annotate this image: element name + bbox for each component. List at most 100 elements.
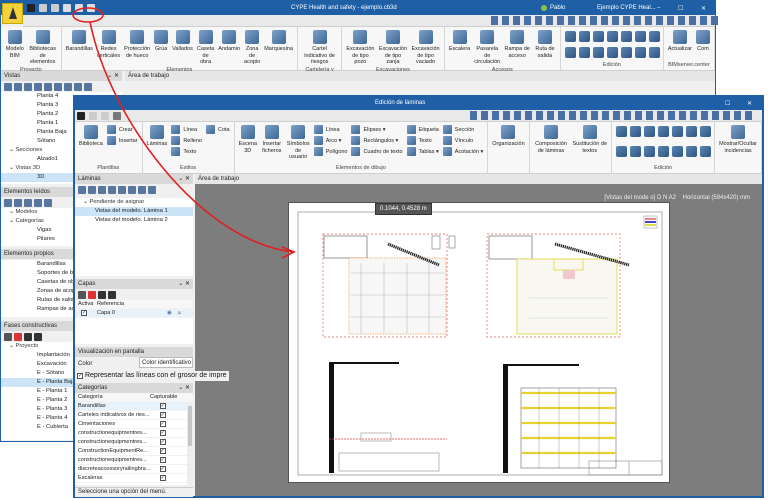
ribbon-button[interactable]: Sustitución de textos [570,124,609,164]
column-capturable[interactable]: Capturable [150,393,177,401]
ribbon-small-button[interactable]: Línea [312,124,350,135]
ribbon-button[interactable]: Barandillas [64,29,95,66]
ribbon-button[interactable]: Insertar ficheros [259,124,285,164]
move-up-icon[interactable] [98,290,106,299]
edit-tool-icon[interactable] [606,31,618,42]
ribbon-button[interactable]: Rampa de acceso [502,29,532,66]
tool-icon[interactable] [84,82,92,91]
list-item[interactable]: ⌄ Pendiente de asignar [75,198,193,207]
edit-tool-icon[interactable] [648,47,660,58]
user-icon[interactable] [541,5,547,11]
delete-icon[interactable] [14,332,22,341]
ribbon-small-button[interactable]: Cota [204,124,232,135]
panel-controls[interactable]: ⌄ ✕ [178,174,190,184]
print-icon[interactable] [128,185,136,194]
edit-tool-icon[interactable] [686,126,698,137]
edit-tool-icon[interactable] [700,146,712,157]
line-thickness-checkbox-row[interactable]: ✓ Representar las líneas con el grosor d… [77,371,229,381]
close-button[interactable]: ✕ [701,5,706,12]
edit-sheet-icon[interactable] [118,185,126,194]
delete-sheet-icon[interactable] [108,185,116,194]
ribbon-button[interactable]: Actualizar [666,29,694,61]
ribbon-small-button[interactable]: Sección [441,124,485,135]
edit-tool-icon[interactable] [630,126,642,137]
tool-icon[interactable] [24,198,32,207]
ribbon-button[interactable]: Caseta de obra [195,29,216,66]
capturable-checkbox[interactable]: ✓ [159,439,166,445]
edit-tool-icon[interactable] [578,31,590,42]
undo-icon[interactable] [89,112,97,120]
capturable-checkbox[interactable]: ✓ [159,475,166,481]
column-categoria[interactable]: Categoría [75,393,150,401]
table-row[interactable]: ✓ Capa 0 ◉ 🔒︎ [75,309,193,318]
view-tools[interactable] [491,16,721,25]
move-down-icon[interactable] [34,332,42,341]
capturable-checkbox[interactable]: ✓ [159,430,166,436]
edit-tool-icon[interactable] [592,47,604,58]
tool-icon[interactable] [44,82,52,91]
ribbon-button[interactable]: Zona de acopio [242,29,262,66]
redo-icon[interactable] [51,4,59,12]
ribbon-small-button[interactable]: Vínculo [441,135,485,146]
capturable-checkbox[interactable]: ✓ [159,448,166,454]
view-icon[interactable] [75,4,83,12]
edit-tool-icon[interactable] [700,126,712,137]
sheet-canvas[interactable]: [Vistas del mode o] D N A2 Horizontal (5… [195,184,762,496]
ribbon-button[interactable]: Pasarela de circulación [472,29,502,66]
ribbon-small-button[interactable]: Texto [405,135,441,146]
move-up-icon[interactable] [24,332,32,341]
capturable-checkbox[interactable]: ✓ [159,403,166,409]
tool-icon[interactable] [64,82,72,91]
tool-icon[interactable] [34,82,42,91]
capturable-checkbox[interactable]: ✓ [159,466,166,472]
edit-tool-icon[interactable] [686,146,698,157]
capturable-checkbox[interactable]: ✓ [159,421,166,427]
view-tools[interactable] [470,111,755,120]
edit-tool-icon[interactable] [592,31,604,42]
ribbon-small-button[interactable]: Tablas ▾ [405,146,441,157]
ribbon-button[interactable]: Grúa [152,29,170,66]
move-up-icon[interactable] [138,185,146,194]
ribbon-button[interactable]: Escalera [447,29,472,66]
column-referencia[interactable]: Referencia [97,300,124,308]
line-thickness-checkbox[interactable]: ✓ [77,373,83,379]
edit-tool-icon[interactable] [644,126,656,137]
ribbon-button[interactable]: Excavación de tipo pozo [344,29,377,66]
save-icon[interactable] [27,4,35,12]
ribbon-button[interactable]: Composición de láminas [532,124,571,164]
edit-tool-icon[interactable] [564,47,576,58]
table-row[interactable]: ConstructionEquipmentRe... ✓ [75,447,193,456]
edit-tool-icon[interactable] [658,146,670,157]
edit-tool-icon[interactable] [634,47,646,58]
tool-icon[interactable] [74,82,82,91]
table-row[interactable]: Cimentaciones ✓ [75,420,193,429]
ribbon-button[interactable]: Modelo BIM [3,29,27,66]
ribbon-button[interactable]: Excavación de tipo zanja [377,29,410,66]
visibility-eye-icon[interactable]: ◉ [167,309,172,317]
save-icon[interactable] [77,112,85,120]
new-sheet-icon[interactable] [78,185,86,194]
ribbon-small-button[interactable]: Insertar [105,135,140,146]
tool-icon[interactable] [4,198,12,207]
close-button[interactable]: ✕ [747,100,752,107]
redo-icon[interactable] [101,112,109,120]
panel-controls[interactable]: ⌄ ✕ [178,383,190,393]
table-row[interactable]: Barandillas ✓ [75,402,193,411]
ribbon-button[interactable]: Com [694,29,712,61]
ribbon-button[interactable]: Biblioteca [77,124,105,164]
ribbon-small-button[interactable]: Elipses ▾ [349,124,404,135]
tool-icon[interactable] [14,198,22,207]
ribbon-small-button[interactable]: Relleno [169,135,204,146]
scrollbar-thumb[interactable] [188,406,192,446]
delete-icon[interactable] [88,290,96,299]
edit-tool-icon[interactable] [648,31,660,42]
ribbon-small-button[interactable]: Etiqueta [405,124,441,135]
edit-tool-icon[interactable] [630,146,642,157]
ribbon-small-button[interactable]: Crear [105,124,140,135]
ribbon-small-button[interactable]: Arco ▾ [312,135,350,146]
ribbon-button[interactable]: Protección de hueco [122,29,152,66]
edit-tool-icon[interactable] [672,126,684,137]
lock-icon[interactable]: 🔒︎ [178,309,181,317]
ribbon-button[interactable]: Escena 3D [237,124,259,164]
ribbon-small-button[interactable]: Línea [169,124,204,135]
